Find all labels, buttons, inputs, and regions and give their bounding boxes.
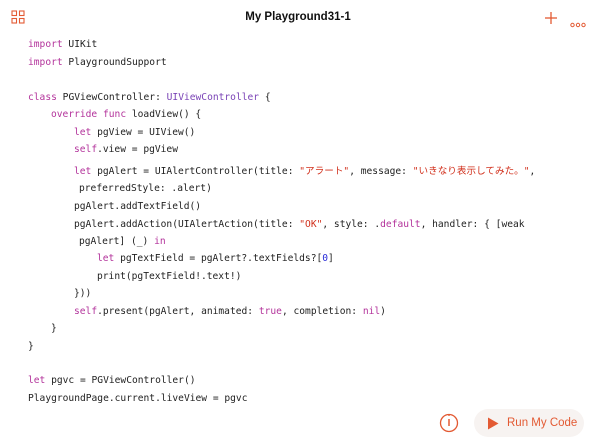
code-line: let pgAlert = UIAlertController(title: "…	[74, 166, 536, 177]
info-button[interactable]	[437, 411, 461, 435]
code-line: self.view = pgView	[74, 144, 178, 155]
code-line: class PGViewController: UIViewController…	[28, 92, 271, 103]
code-line: import PlaygroundSupport	[28, 57, 167, 68]
code-line: preferredStyle: .alert)	[79, 183, 212, 194]
run-button-label: Run My Code	[507, 417, 578, 429]
code-line: pgAlert.addTextField()	[74, 201, 202, 212]
play-icon	[488, 417, 499, 429]
code-line: let pgTextField = pgAlert?.textFields?[0…	[97, 253, 334, 264]
more-icon[interactable]	[570, 15, 586, 33]
code-line: let pgvc = PGViewController()	[28, 375, 196, 386]
add-icon[interactable]	[544, 11, 558, 30]
code-line: }	[28, 341, 34, 352]
code-line: pgAlert] (_) in	[79, 236, 166, 247]
run-my-code-button[interactable]: Run My Code	[474, 409, 584, 437]
code-line: self.present(pgAlert, animated: true, co…	[74, 306, 386, 317]
code-line: let pgView = UIView()	[74, 127, 196, 138]
info-icon	[439, 413, 459, 433]
code-line: }))	[74, 288, 92, 299]
code-line: }	[51, 323, 57, 334]
code-line: import UIKit	[28, 39, 98, 50]
code-line: print(pgTextField!.text!)	[97, 271, 242, 282]
top-bar: My Playground31-1	[0, 0, 596, 38]
page-title: My Playground31-1	[245, 11, 351, 23]
code-line: PlaygroundPage.current.liveView = pgvc	[28, 393, 248, 404]
code-line: pgAlert.addAction(UIAlertAction(title: "…	[74, 219, 525, 230]
code-line: override func loadView() {	[51, 109, 202, 120]
